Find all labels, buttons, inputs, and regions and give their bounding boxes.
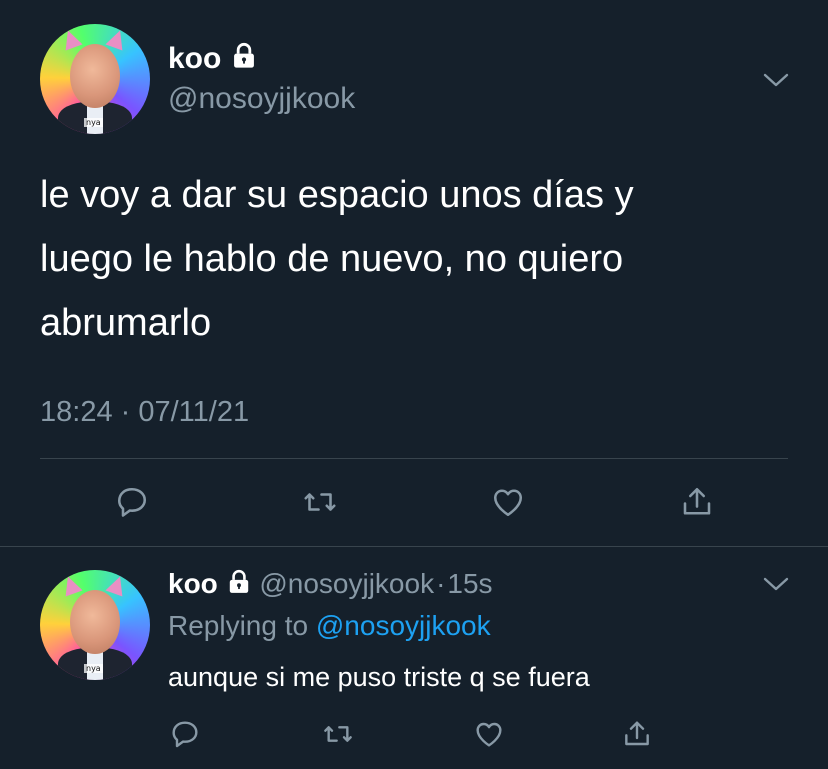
- retweet-icon[interactable]: [318, 714, 358, 754]
- tweet-timestamp[interactable]: 18:24 · 07/11/21: [40, 396, 249, 429]
- avatar-tag: nya: [84, 118, 103, 127]
- like-icon[interactable]: [469, 714, 509, 754]
- time-separator: ·: [436, 568, 446, 599]
- cat-ear-right: [105, 573, 129, 597]
- avatar-face: [70, 44, 120, 108]
- author-name-text: koo: [168, 42, 222, 75]
- avatar-face: [70, 590, 120, 654]
- retweet-icon[interactable]: [298, 480, 342, 524]
- reply-avatar[interactable]: nya: [40, 570, 150, 680]
- lock-icon: [230, 42, 258, 78]
- reply-text: aunque si me puso triste q se fuera: [168, 662, 590, 692]
- share-icon[interactable]: [675, 480, 719, 524]
- author-name[interactable]: koo: [168, 42, 258, 78]
- tweet-text-line: abrumarlo: [40, 302, 212, 344]
- author-handle[interactable]: @nosoyjjkook: [168, 82, 355, 116]
- tweet-text-line: le voy a dar su espacio unos días y: [40, 174, 634, 216]
- share-icon[interactable]: [617, 714, 657, 754]
- replying-to: Replying to @nosoyjjkook: [168, 610, 491, 642]
- cat-ear-right: [105, 27, 129, 51]
- cat-ear-left: [59, 27, 83, 51]
- replying-handle-link[interactable]: @nosoyjjkook: [316, 610, 491, 641]
- chevron-down-icon[interactable]: [760, 64, 792, 96]
- like-icon[interactable]: [486, 480, 530, 524]
- tweet-text-line: luego le hablo de nuevo, no quiero: [40, 238, 624, 280]
- lock-icon: [226, 569, 252, 602]
- reply-icon[interactable]: [165, 714, 205, 754]
- tweet-text: le voy a dar su espacio unos días y lueg…: [40, 163, 800, 355]
- replying-prefix: Replying to: [168, 610, 309, 641]
- avatar-tag: nya: [84, 664, 103, 673]
- reply-author-name[interactable]: koo: [168, 568, 218, 599]
- avatar[interactable]: nya: [40, 24, 150, 134]
- reply-icon[interactable]: [110, 480, 154, 524]
- section-divider: [0, 546, 828, 547]
- reply-author-handle[interactable]: @nosoyjjkook: [259, 568, 434, 599]
- divider: [40, 458, 788, 459]
- cat-ear-left: [59, 573, 83, 597]
- reply-header: koo @nosoyjjkook·15s: [168, 568, 493, 602]
- reply-time[interactable]: 15s: [447, 568, 492, 599]
- chevron-down-icon[interactable]: [760, 568, 792, 600]
